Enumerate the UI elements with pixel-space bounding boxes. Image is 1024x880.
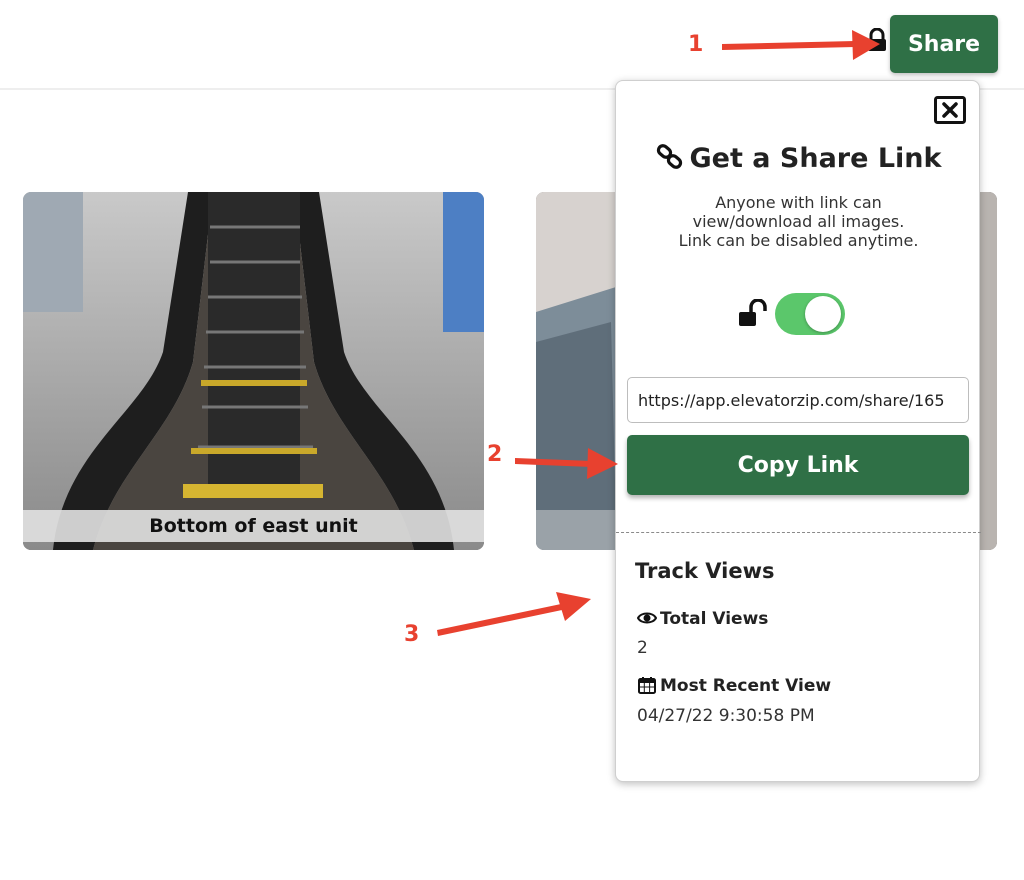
link-icon [656, 144, 682, 169]
total-views-label-text: Total Views [660, 609, 769, 629]
copy-link-button[interactable]: Copy Link [627, 435, 969, 495]
popover-description: Anyone with link can view/download all i… [636, 193, 961, 250]
escalator-photo [23, 192, 484, 550]
popover-title-text: Get a Share Link [689, 143, 942, 174]
sharing-toggle[interactable] [775, 293, 845, 335]
sharing-toggle-row [738, 293, 848, 337]
most-recent-view-label-text: Most Recent View [660, 676, 832, 696]
toggle-knob [805, 296, 841, 332]
lock-icon [868, 28, 886, 51]
share-popover: Get a Share Link Anyone with link can vi… [615, 80, 981, 782]
share-link-input[interactable] [627, 377, 969, 423]
annotation-number: 3 [404, 622, 420, 647]
eye-icon [637, 612, 657, 624]
photo-caption: Bottom of east unit [23, 510, 484, 542]
share-button[interactable]: Share [890, 15, 998, 73]
unlock-icon [739, 299, 767, 326]
popover-title: Get a Share Link [616, 143, 981, 174]
total-views-label: Total Views [637, 609, 768, 629]
close-button[interactable] [934, 96, 966, 124]
top-bar: Share [0, 0, 1024, 90]
calendar-icon [638, 677, 656, 694]
close-icon [934, 96, 966, 124]
most-recent-view-label: Most Recent View [637, 676, 831, 696]
photo-card[interactable]: Bottom of east unit [23, 192, 484, 550]
description-line: Link can be disabled anytime. [678, 231, 919, 250]
most-recent-view-value: 04/27/22 9:30:58 PM [637, 706, 815, 726]
track-views-title: Track Views [635, 559, 775, 583]
description-line: view/download all images. [692, 212, 905, 231]
annotation-number: 2 [487, 442, 503, 467]
description-line: Anyone with link can [715, 193, 882, 212]
section-divider [616, 532, 981, 533]
total-views-value: 2 [637, 638, 648, 658]
annotation-number: 1 [688, 32, 704, 57]
annotation-arrow-3 [437, 592, 591, 636]
